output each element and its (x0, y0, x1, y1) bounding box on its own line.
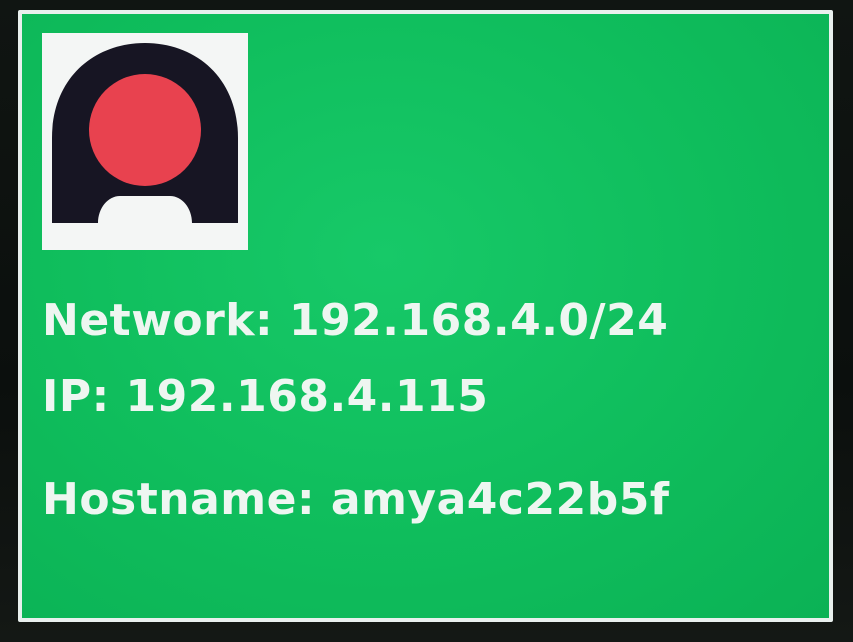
hostname-label: Hostname: amya4c22b5f (42, 474, 670, 525)
network-label: Network: 192.168.4.0/24 (42, 295, 669, 346)
logo-dot (89, 74, 201, 186)
device-bezel: Network: 192.168.4.0/24 IP: 192.168.4.11… (0, 0, 853, 642)
ip-label: IP: 192.168.4.115 (42, 371, 489, 422)
display-screen: Network: 192.168.4.0/24 IP: 192.168.4.11… (18, 10, 833, 622)
logo-icon (52, 43, 238, 223)
logo (42, 33, 248, 250)
